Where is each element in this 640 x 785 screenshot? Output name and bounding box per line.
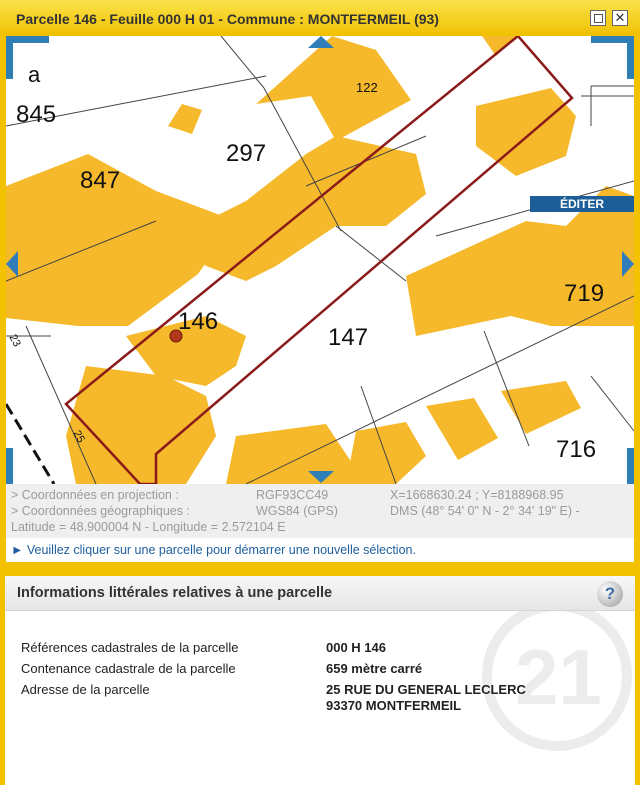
selection-hint-text: ► Veuillez cliquer sur une parcelle pour… [11,543,416,557]
pan-left-arrow-icon[interactable] [6,251,18,277]
geographic-system: WGS84 (GPS) [256,504,338,518]
geographic-value: DMS (48° 54' 0" N - 2° 34' 19" E) - [390,504,580,518]
map-corner-top-right [591,36,634,79]
help-icon[interactable]: ? [597,581,623,607]
info-value: 25 RUE DU GENERAL LECLERC [326,682,526,697]
parcel-info-panel: 21 Informations littérales relatives à u… [5,576,635,785]
map-corner-top-left [6,36,49,79]
pan-right-arrow-icon[interactable] [622,251,634,277]
edit-button[interactable]: ÉDITER [530,196,634,212]
projection-label: > Coordonnées en projection : [11,488,179,502]
info-label: Adresse de la parcelle [21,682,150,697]
info-label: Contenance cadastrale de la parcelle [21,661,236,676]
parcel-label-719[interactable]: 719 [564,280,604,307]
selection-hint: ► Veuillez cliquer sur une parcelle pour… [6,538,634,562]
info-panel-title: Informations littérales relatives à une … [17,585,333,601]
coordinates-panel: > Coordonnées en projection : RGF93CC49 … [6,484,634,538]
window-titlebar: Parcelle 146 - Feuille 000 H 01 - Commun… [0,0,640,36]
info-value-line2: 93370 MONTFERMEIL [326,698,462,713]
parcel-label-297[interactable]: 297 [226,140,266,167]
parcel-label-122[interactable]: 122 [356,80,378,95]
restore-window-icon[interactable] [590,10,606,26]
info-value: 000 H 146 [326,640,386,655]
info-value: 659 mètre carré [326,661,423,676]
info-label: Références cadastrales de la parcelle [21,640,239,655]
projection-value: X=1668630.24 ; Y=8188968.95 [390,488,564,502]
parcel-label-847[interactable]: 847 [80,167,120,194]
geographic-label: > Coordonnées géographiques : [11,504,190,518]
parcel-label-147[interactable]: 147 [328,324,368,351]
century21-watermark-icon: 21 [482,601,632,751]
parcel-label-845[interactable]: 845 [16,101,56,128]
parcel-label-146[interactable]: 146 [178,308,218,335]
close-icon[interactable]: ✕ [612,10,628,26]
pan-up-arrow-icon[interactable] [308,36,334,48]
info-panel-header: Informations littérales relatives à une … [5,576,635,611]
projection-system: RGF93CC49 [256,488,329,502]
latlon-value: Latitude = 48.900004 N - Longitude = 2.5… [11,520,286,534]
pan-down-arrow-icon[interactable] [308,471,334,483]
window-title: Parcelle 146 - Feuille 000 H 01 - Commun… [16,11,439,27]
cadastral-map[interactable]: 122 845 a 847 297 146 147 719 716 23 25 [6,36,634,484]
